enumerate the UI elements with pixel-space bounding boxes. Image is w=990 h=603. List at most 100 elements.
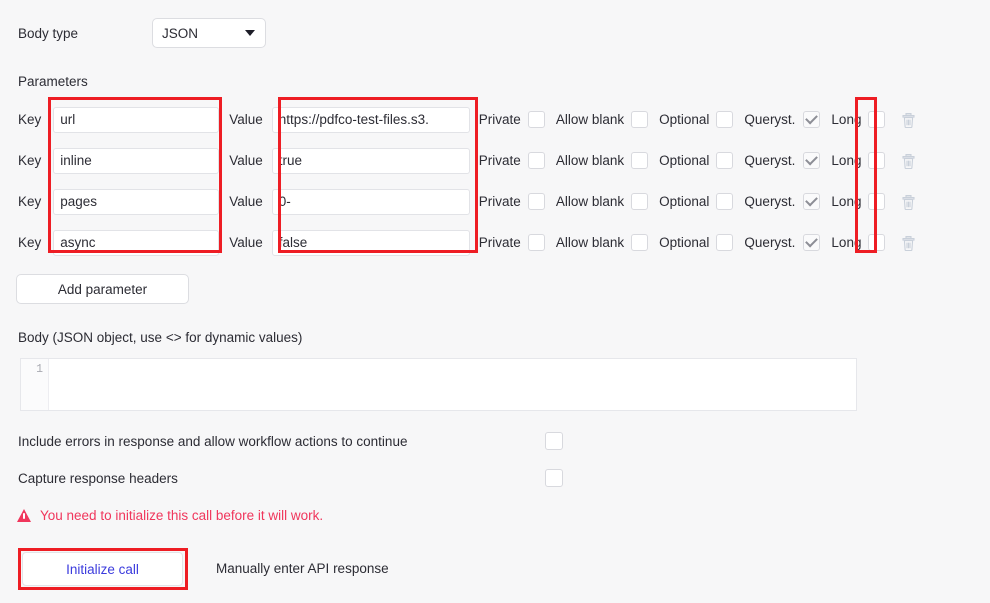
trash-icon[interactable]: [901, 112, 916, 128]
allow-blank-label: Allow blank: [556, 153, 624, 168]
body-type-label: Body type: [18, 26, 78, 41]
value-input[interactable]: false: [272, 230, 470, 256]
value-input[interactable]: true: [272, 148, 470, 174]
private-label: Private: [479, 112, 521, 127]
querystring-label: Queryst.: [744, 153, 796, 168]
parameters-table: Key url Value https://pdfco-test-files.s…: [18, 99, 978, 263]
add-parameter-button[interactable]: Add parameter: [16, 274, 189, 304]
allow-blank-checkbox[interactable]: [631, 152, 648, 169]
private-checkbox[interactable]: [528, 152, 545, 169]
value-label: Value: [229, 153, 263, 168]
table-row: Key url Value https://pdfco-test-files.s…: [18, 99, 978, 140]
body-code-editor[interactable]: 1: [20, 358, 857, 411]
chevron-down-icon: [245, 30, 255, 36]
include-errors-checkbox[interactable]: [545, 432, 563, 450]
warning-triangle-icon: [17, 509, 31, 522]
allow-blank-option: Allow blank: [556, 193, 648, 210]
private-checkbox[interactable]: [528, 234, 545, 251]
long-label: Long: [831, 153, 861, 168]
trash-icon[interactable]: [901, 153, 916, 169]
editor-content[interactable]: [49, 359, 856, 410]
allow-blank-option: Allow blank: [556, 152, 648, 169]
capture-headers-label: Capture response headers: [18, 471, 178, 486]
optional-label: Optional: [659, 112, 709, 127]
private-label: Private: [479, 153, 521, 168]
parameters-heading: Parameters: [18, 74, 88, 89]
querystring-checkbox[interactable]: [803, 193, 820, 210]
long-label: Long: [831, 194, 861, 209]
optional-label: Optional: [659, 194, 709, 209]
manually-enter-api-response-link[interactable]: Manually enter API response: [216, 561, 389, 576]
querystring-checkbox[interactable]: [803, 234, 820, 251]
long-checkbox[interactable]: [868, 193, 885, 210]
allow-blank-option: Allow blank: [556, 111, 648, 128]
value-label: Value: [229, 112, 263, 127]
optional-checkbox[interactable]: [716, 193, 733, 210]
long-label: Long: [831, 112, 861, 127]
table-row: Key async Value false Private Allow blan…: [18, 222, 978, 263]
key-input[interactable]: pages: [53, 189, 219, 215]
long-checkbox[interactable]: [868, 111, 885, 128]
private-checkbox[interactable]: [528, 193, 545, 210]
private-option: Private: [479, 111, 545, 128]
long-label: Long: [831, 235, 861, 250]
optional-label: Optional: [659, 235, 709, 250]
allow-blank-checkbox[interactable]: [631, 111, 648, 128]
allow-blank-label: Allow blank: [556, 112, 624, 127]
value-input[interactable]: 0-: [272, 189, 470, 215]
warning-text: You need to initialize this call before …: [40, 508, 323, 523]
optional-checkbox[interactable]: [716, 234, 733, 251]
private-option: Private: [479, 234, 545, 251]
long-option: Long: [831, 193, 885, 210]
optional-checkbox[interactable]: [716, 111, 733, 128]
table-row: Key inline Value true Private Allow blan…: [18, 140, 978, 181]
querystring-option: Queryst.: [744, 234, 820, 251]
querystring-option: Queryst.: [744, 111, 820, 128]
value-label: Value: [229, 235, 263, 250]
key-label: Key: [18, 153, 41, 168]
querystring-label: Queryst.: [744, 235, 796, 250]
private-option: Private: [479, 193, 545, 210]
value-input[interactable]: https://pdfco-test-files.s3.: [272, 107, 470, 133]
long-checkbox[interactable]: [868, 152, 885, 169]
include-errors-label: Include errors in response and allow wor…: [18, 434, 407, 449]
initialize-warning: You need to initialize this call before …: [17, 508, 323, 523]
key-input[interactable]: async: [53, 230, 219, 256]
key-label: Key: [18, 112, 41, 127]
allow-blank-option: Allow blank: [556, 234, 648, 251]
private-label: Private: [479, 235, 521, 250]
table-row: Key pages Value 0- Private Allow blank O…: [18, 181, 978, 222]
allow-blank-label: Allow blank: [556, 194, 624, 209]
key-input[interactable]: url: [53, 107, 219, 133]
private-option: Private: [479, 152, 545, 169]
key-label: Key: [18, 194, 41, 209]
optional-checkbox[interactable]: [716, 152, 733, 169]
private-checkbox[interactable]: [528, 111, 545, 128]
querystring-option: Queryst.: [744, 193, 820, 210]
value-label: Value: [229, 194, 263, 209]
optional-option: Optional: [659, 234, 733, 251]
key-label: Key: [18, 235, 41, 250]
querystring-checkbox[interactable]: [803, 152, 820, 169]
optional-option: Optional: [659, 152, 733, 169]
querystring-checkbox[interactable]: [803, 111, 820, 128]
optional-label: Optional: [659, 153, 709, 168]
initialize-call-button[interactable]: Initialize call: [22, 552, 183, 586]
querystring-label: Queryst.: [744, 194, 796, 209]
key-input[interactable]: inline: [53, 148, 219, 174]
querystring-label: Queryst.: [744, 112, 796, 127]
trash-icon[interactable]: [901, 194, 916, 210]
body-type-select[interactable]: JSON: [152, 18, 266, 48]
capture-headers-checkbox[interactable]: [545, 469, 563, 487]
long-checkbox[interactable]: [868, 234, 885, 251]
allow-blank-label: Allow blank: [556, 235, 624, 250]
capture-headers-row: Capture response headers: [18, 469, 563, 487]
querystring-option: Queryst.: [744, 152, 820, 169]
private-label: Private: [479, 194, 521, 209]
allow-blank-checkbox[interactable]: [631, 193, 648, 210]
body-editor-label: Body (JSON object, use <> for dynamic va…: [18, 330, 302, 345]
editor-line-number: 1: [21, 359, 49, 410]
trash-icon[interactable]: [901, 235, 916, 251]
include-errors-row: Include errors in response and allow wor…: [18, 432, 563, 450]
allow-blank-checkbox[interactable]: [631, 234, 648, 251]
